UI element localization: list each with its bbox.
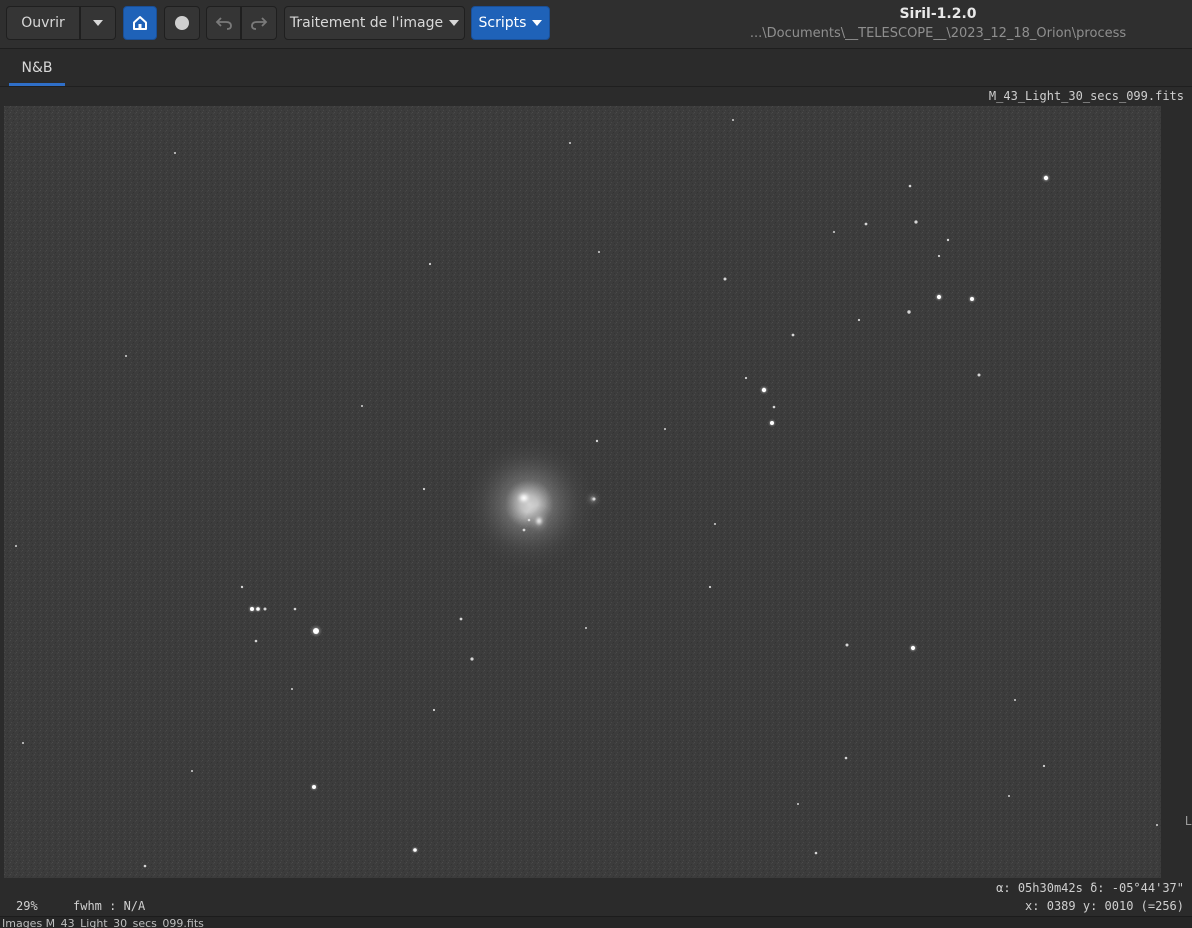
star — [125, 355, 127, 357]
tab-nb[interactable]: N&B — [9, 49, 65, 86]
radec-coordinates: α: 05h30m42s δ: -05°44'37" — [996, 881, 1184, 895]
star — [772, 405, 776, 409]
star — [1042, 764, 1046, 768]
star — [254, 639, 258, 643]
image-processing-menu-button[interactable]: Traitement de l'image — [284, 6, 465, 40]
star — [174, 152, 176, 154]
star — [833, 231, 835, 233]
star — [527, 518, 531, 522]
star — [814, 851, 818, 855]
star — [1014, 699, 1016, 701]
bottom-info-text: Images M_43_Light_30_secs_099.fits — [2, 917, 204, 928]
star — [914, 220, 918, 224]
star — [770, 421, 774, 425]
star — [864, 222, 868, 226]
app-title: Siril-1.2.0 — [899, 6, 977, 22]
star — [791, 333, 795, 337]
channel-tabbar: N&B — [0, 49, 1192, 87]
open-menu-button[interactable] — [80, 6, 116, 40]
side-marker: L — [1184, 814, 1192, 828]
star — [946, 238, 950, 242]
chevron-down-icon — [532, 20, 543, 26]
star — [1043, 175, 1049, 181]
star — [977, 373, 981, 377]
header-toolbar: Ouvrir Traitement de l'image Scripts Sir… — [0, 0, 1192, 49]
chevron-down-icon — [93, 20, 103, 26]
fwhm-value: fwhm : N/A — [73, 899, 146, 913]
star — [1008, 795, 1010, 797]
window-title-block: Siril-1.2.0 ...\Documents\__TELESCOPE__\… — [728, 4, 1148, 44]
star — [250, 607, 254, 611]
star — [970, 297, 974, 301]
star — [432, 708, 436, 712]
star — [857, 318, 861, 322]
star — [714, 523, 716, 525]
record-button[interactable] — [164, 6, 200, 40]
star — [732, 119, 734, 121]
star — [15, 545, 17, 547]
star — [937, 254, 941, 258]
star — [585, 627, 587, 629]
astro-image[interactable] — [4, 106, 1161, 878]
star — [313, 628, 319, 634]
circle-icon — [175, 16, 189, 30]
star — [312, 785, 316, 789]
star — [592, 497, 596, 501]
star — [936, 294, 942, 300]
star — [522, 528, 526, 532]
star — [293, 607, 297, 611]
star — [422, 487, 426, 491]
open-button[interactable]: Ouvrir — [6, 6, 80, 40]
star — [191, 770, 193, 772]
star — [413, 848, 417, 852]
star — [256, 607, 260, 611]
star — [797, 803, 799, 805]
star — [459, 617, 463, 621]
star — [22, 742, 24, 744]
open-button-label: Ouvrir — [21, 15, 65, 31]
star — [845, 643, 849, 647]
star — [708, 585, 712, 589]
chevron-down-icon — [449, 20, 460, 26]
scripts-label: Scripts — [478, 15, 527, 31]
star — [569, 142, 571, 144]
home-button[interactable] — [123, 6, 157, 40]
star — [907, 310, 911, 314]
star — [291, 688, 293, 690]
star — [470, 657, 474, 661]
undo-icon — [215, 17, 232, 30]
zoom-level: 29% — [16, 899, 38, 913]
bottom-info-bar: Images M_43_Light_30_secs_099.fits — [0, 916, 1192, 928]
star — [908, 184, 912, 188]
star — [428, 262, 432, 266]
star — [263, 607, 267, 611]
undo-button[interactable] — [206, 6, 241, 40]
star — [1156, 824, 1158, 826]
star — [240, 585, 244, 589]
star — [361, 405, 363, 407]
star — [761, 387, 767, 393]
star — [723, 277, 727, 281]
star — [598, 251, 600, 253]
star — [664, 428, 666, 430]
home-icon — [133, 16, 147, 30]
image-viewer[interactable] — [4, 106, 1161, 878]
redo-icon — [251, 17, 268, 30]
redo-button[interactable] — [241, 6, 277, 40]
working-directory-path: ...\Documents\__TELESCOPE__\2023_12_18_O… — [749, 26, 1127, 41]
star — [844, 756, 848, 760]
star — [595, 439, 599, 443]
status-bar: 29% fwhm : N/A α: 05h30m42s δ: -05°44'37… — [0, 878, 1192, 916]
scripts-menu-button[interactable]: Scripts — [471, 6, 550, 40]
star — [143, 864, 147, 868]
pixel-coordinates: x: 0389 y: 0010 (=256) — [1025, 899, 1184, 913]
image-processing-label: Traitement de l'image — [289, 15, 444, 31]
star — [910, 645, 916, 651]
image-filename: M_43_Light_30_secs_099.fits — [988, 89, 1184, 103]
star — [744, 376, 748, 380]
